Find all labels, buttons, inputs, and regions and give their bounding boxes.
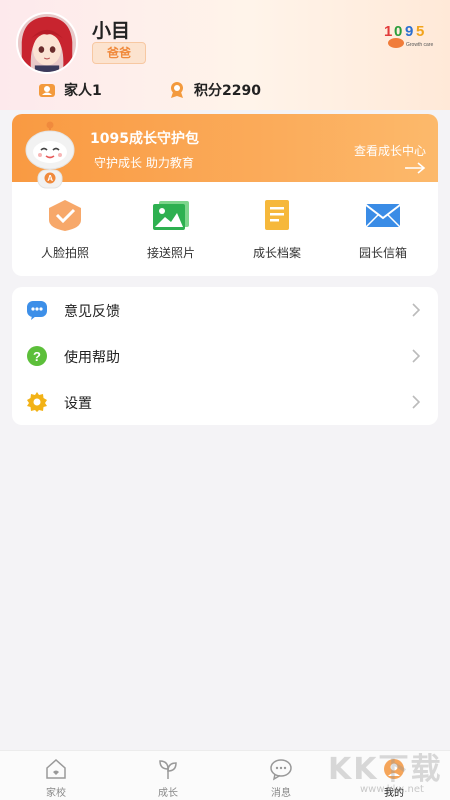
menu-item-label: 使用帮助 bbox=[64, 350, 120, 366]
user-name: 小目 bbox=[92, 20, 131, 42]
home-icon bbox=[46, 758, 66, 779]
tab-label: 家校 bbox=[46, 788, 66, 799]
feedback-icon bbox=[27, 301, 47, 320]
svg-text:0: 0 bbox=[394, 23, 402, 40]
svg-text:9: 9 bbox=[405, 23, 413, 40]
menu-item-help[interactable]: ? 使用帮助 bbox=[12, 333, 438, 379]
svg-text:1: 1 bbox=[384, 23, 392, 40]
photos-icon bbox=[153, 201, 189, 230]
watermark-url: www.kkx.net bbox=[360, 784, 424, 795]
settings-icon bbox=[27, 392, 47, 412]
help-icon: ? bbox=[27, 346, 47, 366]
svg-text:?: ? bbox=[33, 349, 41, 364]
face-check-icon bbox=[49, 200, 81, 231]
svg-text:A: A bbox=[47, 174, 53, 183]
role-badge: 爸爸 bbox=[92, 42, 146, 64]
shortcut-label: 成长档案 bbox=[252, 246, 301, 260]
app-logo: 1 0 9 5 Growth care bbox=[382, 20, 438, 50]
svg-text:Growth care: Growth care bbox=[406, 42, 433, 48]
sprout-icon bbox=[159, 760, 177, 779]
family-label: 家人1 bbox=[64, 83, 102, 99]
tab-messages[interactable]: 消息 bbox=[251, 757, 311, 799]
menu-item-label: 设置 bbox=[64, 396, 92, 412]
chevron-right-icon bbox=[412, 395, 420, 409]
menu-item-feedback[interactable]: 意见反馈 bbox=[12, 287, 438, 333]
mail-icon bbox=[365, 204, 401, 228]
archive-icon bbox=[265, 200, 289, 230]
points-label: 积分2290 bbox=[194, 83, 261, 99]
menu-item-label: 意见反馈 bbox=[64, 304, 120, 320]
chat-icon bbox=[270, 759, 292, 781]
robot-mascot-icon: A bbox=[20, 120, 86, 192]
shortcut-face-photo[interactable]: 人脸拍照 bbox=[12, 198, 118, 261]
points-count[interactable]: 积分2290 bbox=[168, 80, 261, 100]
tab-growth[interactable]: 成长 bbox=[138, 757, 198, 799]
tab-home-school[interactable]: 家校 bbox=[26, 757, 86, 799]
avatar[interactable] bbox=[16, 12, 78, 74]
chevron-right-icon bbox=[412, 349, 420, 363]
shortcut-label: 接送照片 bbox=[146, 246, 195, 260]
menu-item-settings[interactable]: 设置 bbox=[12, 379, 438, 425]
shortcut-growth-archive[interactable]: 成长档案 bbox=[224, 198, 330, 261]
guard-pack-subtitle: 守护成长 助力教育 bbox=[94, 156, 194, 170]
shortcut-label: 人脸拍照 bbox=[40, 246, 89, 260]
shortcut-principal-mailbox[interactable]: 园长信箱 bbox=[330, 198, 436, 261]
tab-label: 消息 bbox=[271, 788, 291, 799]
medal-icon bbox=[168, 81, 186, 99]
guard-pack-title: 1095成长守护包 bbox=[90, 131, 199, 147]
guard-pack-card: A 1095成长守护包 守护成长 助力教育 查看成长中心 人脸拍照 接送照片 成… bbox=[12, 114, 438, 276]
shortcut-label: 园长信箱 bbox=[358, 246, 407, 260]
family-icon bbox=[38, 81, 56, 99]
family-count[interactable]: 家人1 bbox=[38, 80, 102, 100]
arrow-right-icon bbox=[405, 162, 426, 174]
settings-menu: 意见反馈 ? 使用帮助 设置 bbox=[12, 287, 438, 425]
tab-label: 成长 bbox=[158, 788, 178, 799]
shortcut-pickup-photos[interactable]: 接送照片 bbox=[118, 198, 224, 261]
watermark-text: KK下载 bbox=[328, 752, 443, 787]
growth-center-link[interactable]: 查看成长中心 bbox=[354, 142, 426, 159]
chevron-right-icon bbox=[412, 303, 420, 317]
svg-text:5: 5 bbox=[416, 23, 424, 40]
